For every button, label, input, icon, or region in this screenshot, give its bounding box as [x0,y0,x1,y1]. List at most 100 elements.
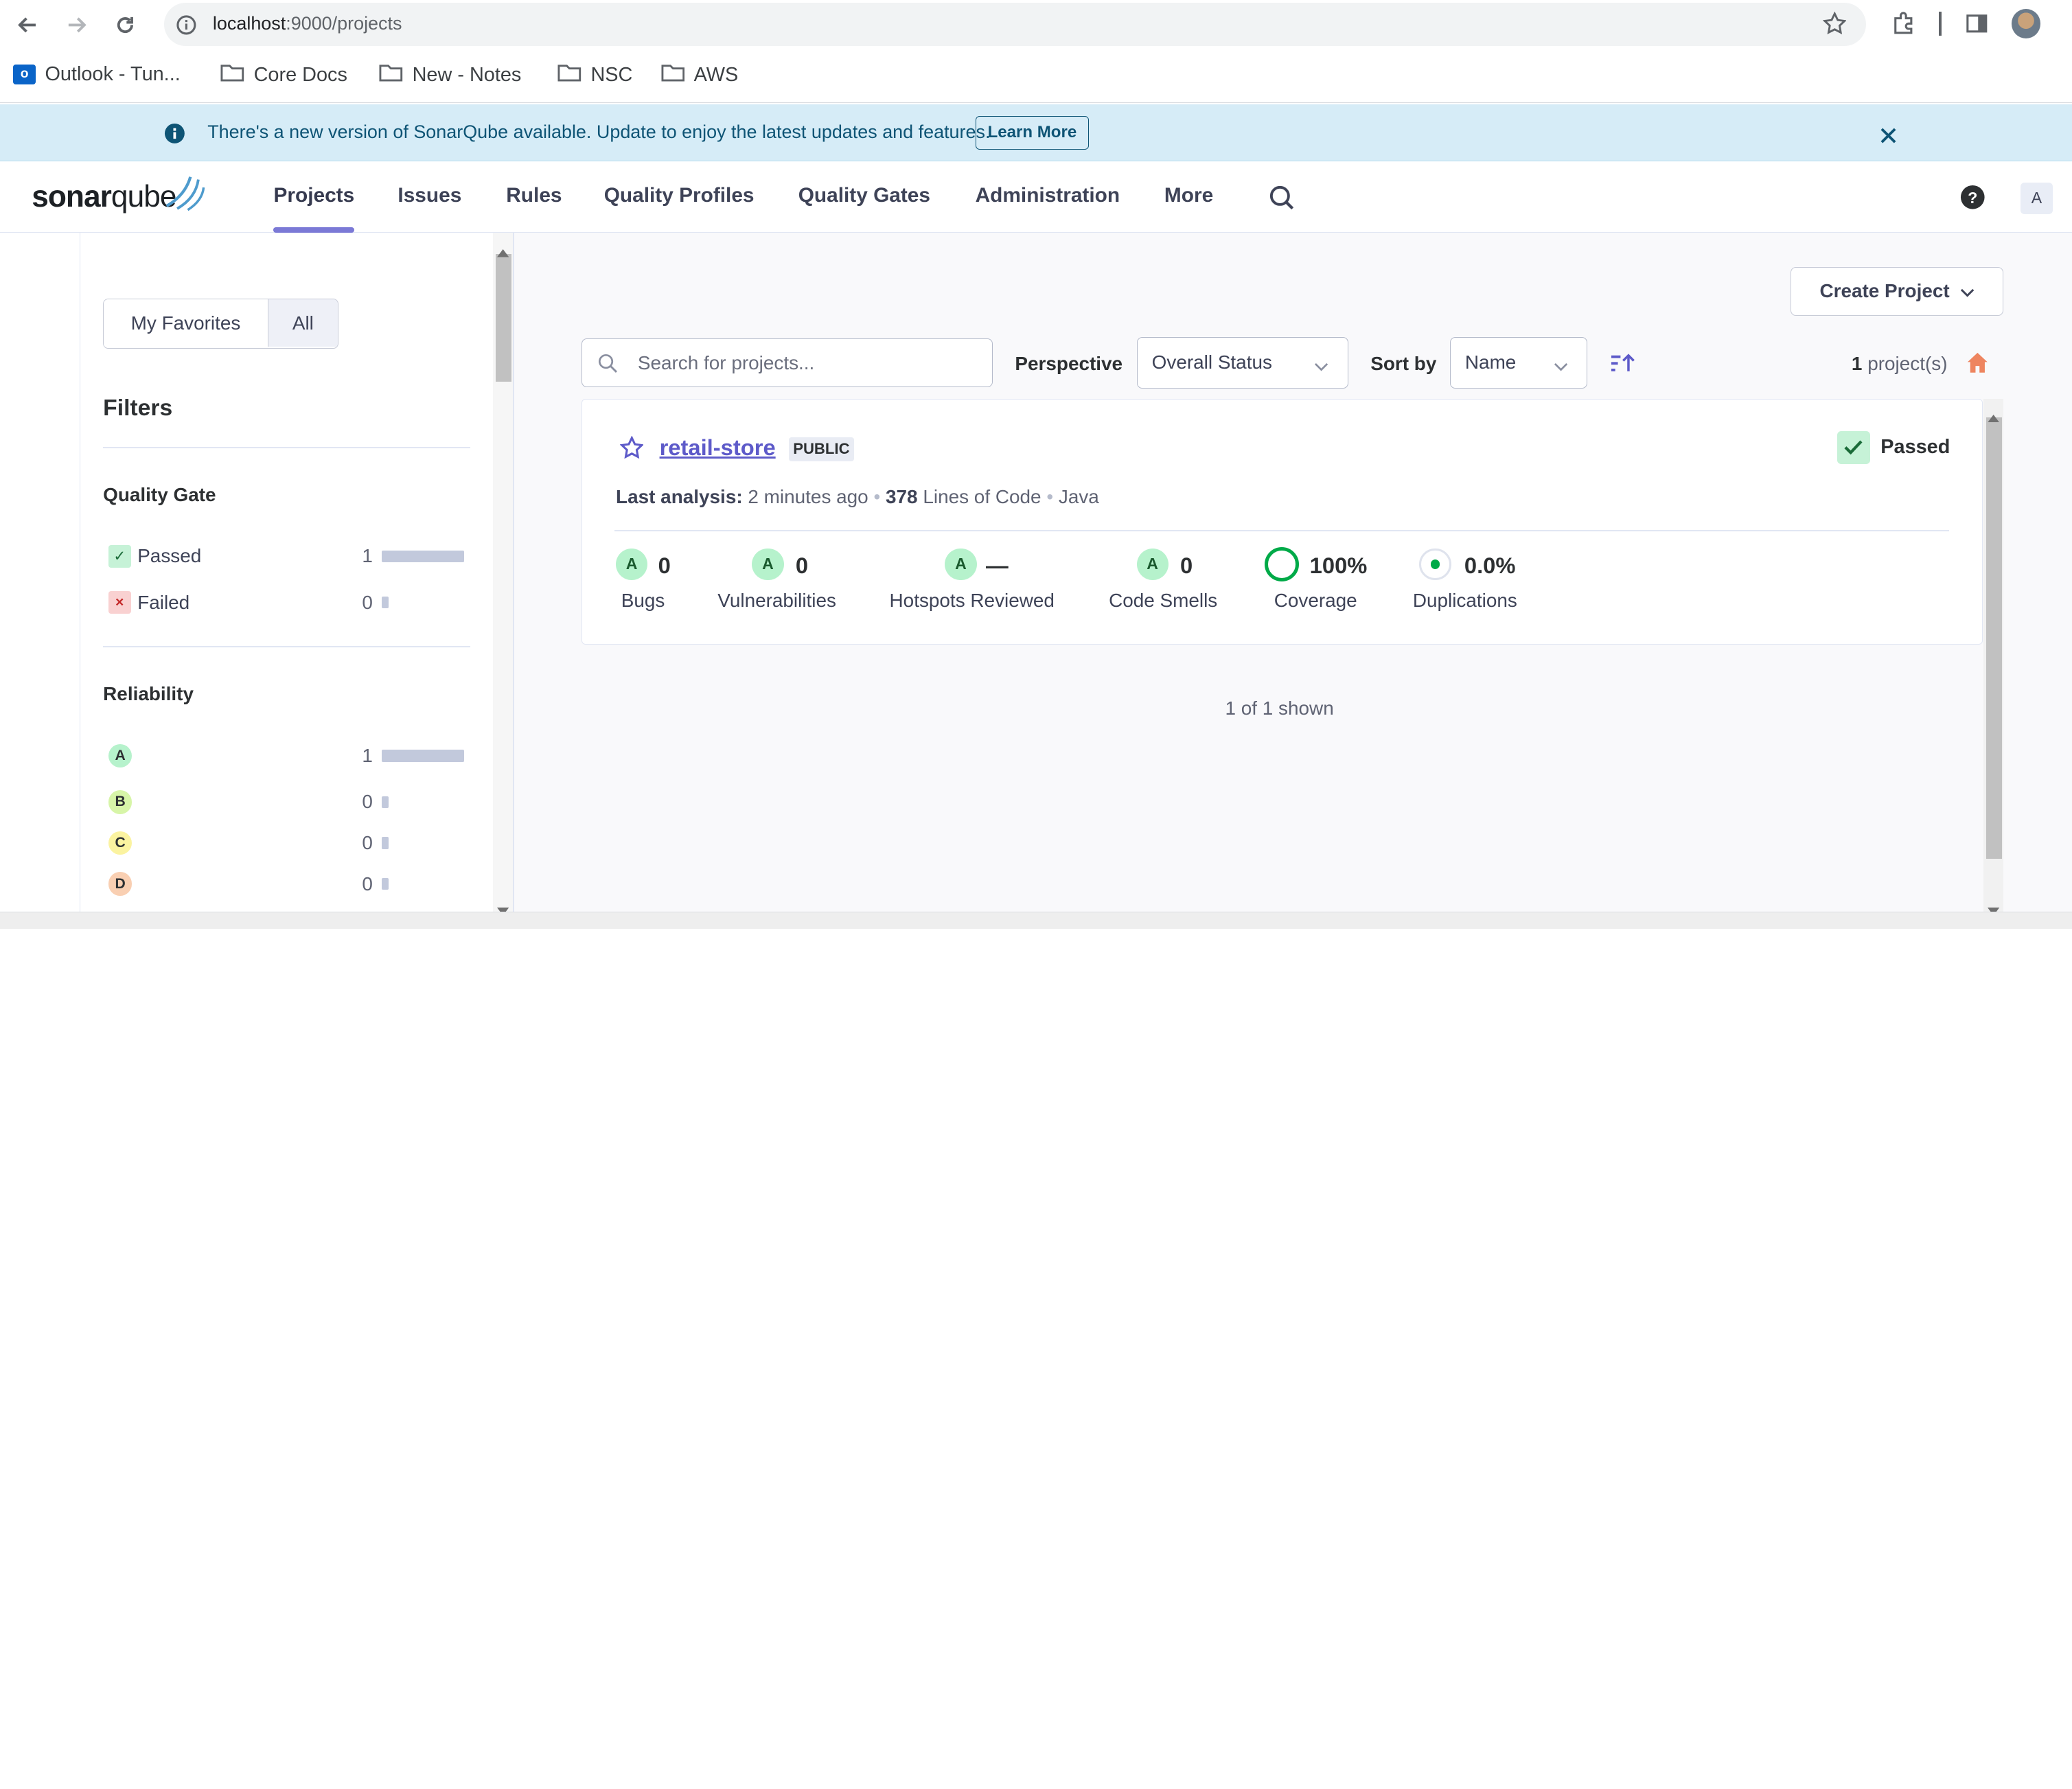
bookmark-core-docs[interactable]: Core Docs [220,63,347,87]
help-icon[interactable]: ? [1960,185,1985,216]
search-input[interactable]: Search for projects... [582,338,993,388]
hotspots-rating[interactable]: A [945,548,977,581]
nav-issues[interactable]: Issues [398,184,461,207]
user-avatar[interactable]: A [2021,182,2053,214]
banner-message: There's a new version of SonarQube avail… [207,122,991,143]
facet-rating-b[interactable]: B 0 [108,787,465,816]
project-meta: Last analysis: 2 minutes ago • 378 Lines… [616,486,1099,508]
side-panel-icon[interactable] [1965,12,1989,41]
url-host: localhost [212,13,286,34]
last-analysis-value: 2 minutes ago [748,486,868,508]
create-project-button[interactable]: Create Project [1791,266,2004,316]
nav-quality-gates[interactable]: Quality Gates [798,184,930,207]
nav-projects[interactable]: Projects [273,184,354,207]
bookmark-new-notes[interactable]: New - Notes [379,63,521,87]
bookmark-label: NSC [590,64,633,86]
sidebar-scrollbar-thumb[interactable] [495,253,511,382]
language: Java [1058,486,1099,508]
code-smells-label: Code Smells [1109,589,1218,611]
star-icon[interactable] [619,435,644,465]
code-smells-rating[interactable]: A [1136,548,1169,581]
profile-avatar[interactable] [2011,9,2041,38]
sort-direction-icon[interactable] [1610,351,1637,380]
info-icon [164,123,185,150]
quality-gate-status: Passed [1880,436,1950,459]
facet-count: 0 [362,873,373,894]
scroll-up-icon[interactable] [1988,403,2000,428]
close-icon[interactable] [1880,124,1896,149]
back-icon[interactable] [13,10,42,39]
coverage-value[interactable]: 100% [1310,553,1368,579]
loc-value: 378 [886,486,918,508]
nav-administration[interactable]: Administration [976,184,1120,207]
forward-icon[interactable] [62,10,91,39]
nav-quality-profiles[interactable]: Quality Profiles [604,184,755,207]
extensions-icon[interactable] [1891,12,1915,41]
vulnerabilities-label: Vulnerabilities [717,589,836,611]
facet-count: 0 [362,832,373,854]
facet-passed[interactable]: ✓ Passed 1 [108,542,465,570]
url-text: localhost:9000/projects [213,13,402,34]
sort-value: Name [1464,351,1517,373]
card-divider [614,529,1950,531]
main-scrollbar-thumb[interactable] [1986,417,2003,859]
duplications-value[interactable]: 0.0% [1464,553,1516,579]
create-project-label: Create Project [1819,280,1950,302]
browser-toolbar: localhost:9000/projects [0,0,2072,51]
facet-failed[interactable]: × Failed 0 [108,588,465,617]
bookmark-label: New - Notes [412,64,522,86]
sonarqube-logo[interactable]: sonarqube [32,180,176,214]
facet-rating-c[interactable]: C 0 [108,829,465,857]
project-count-number: 1 [1851,352,1863,374]
code-smells-value[interactable]: 0 [1180,553,1193,579]
search-icon[interactable] [1269,185,1296,217]
outlook-icon: o [13,65,36,85]
bookmark-label: AWS [693,64,739,86]
bottom-strip [0,912,2072,930]
bookmark-star-icon[interactable] [1822,11,1847,41]
check-icon: ✓ [108,545,131,568]
vulnerabilities-value[interactable]: 0 [796,553,808,579]
perspective-select[interactable]: Overall Status [1136,336,1348,389]
nav-rules[interactable]: Rules [506,184,562,207]
svg-text:?: ? [1968,189,1977,207]
project-name-link[interactable]: retail-store [660,435,776,461]
sort-select[interactable]: Name [1449,336,1587,389]
sidebar-divider [79,232,81,912]
hotspots-label: Hotspots Reviewed [889,589,1055,611]
vulnerabilities-rating[interactable]: A [752,548,784,581]
bugs-value[interactable]: 0 [658,553,671,579]
bookmark-aws[interactable]: AWS [660,63,739,87]
hotspots-value[interactable]: — [986,553,1009,579]
bugs-label: Bugs [621,589,665,611]
facet-bar [382,878,389,890]
nav-more[interactable]: More [1164,184,1213,207]
bookmark-outlook[interactable]: o Outlook - Tun... [13,63,181,86]
url-path: :9000/projects [286,13,402,34]
coverage-label: Coverage [1274,589,1357,611]
duplications-icon [1419,548,1451,581]
search-icon [598,354,618,379]
rating-c-icon: C [108,831,133,855]
sort-label: Sort by [1370,352,1437,374]
home-icon[interactable] [1966,351,1989,380]
facet-rating-d[interactable]: D 0 [108,870,465,899]
scroll-up-icon[interactable] [496,238,509,263]
folder-icon [220,63,244,87]
chevron-down-icon [1314,355,1328,377]
address-bar[interactable] [163,2,1867,47]
meta-separator: • [873,486,886,508]
logo-text-bold: sonar [32,179,112,213]
perspective-label: Perspective [1015,352,1123,374]
my-favorites-button[interactable]: My Favorites [104,299,268,347]
bugs-rating[interactable]: A [616,548,648,581]
all-button[interactable]: All [267,299,338,347]
learn-more-button[interactable]: Learn More [975,116,1090,150]
bookmark-label: Core Docs [253,64,347,86]
site-info-icon[interactable] [176,14,197,41]
reload-icon[interactable] [111,10,140,39]
bookmarks-bar: o Outlook - Tun... Core Docs New - Notes… [0,50,2072,104]
bookmark-nsc[interactable]: NSC [557,63,632,87]
facet-rating-a[interactable]: A 1 [108,741,465,770]
last-analysis-label: Last analysis: [616,486,743,508]
